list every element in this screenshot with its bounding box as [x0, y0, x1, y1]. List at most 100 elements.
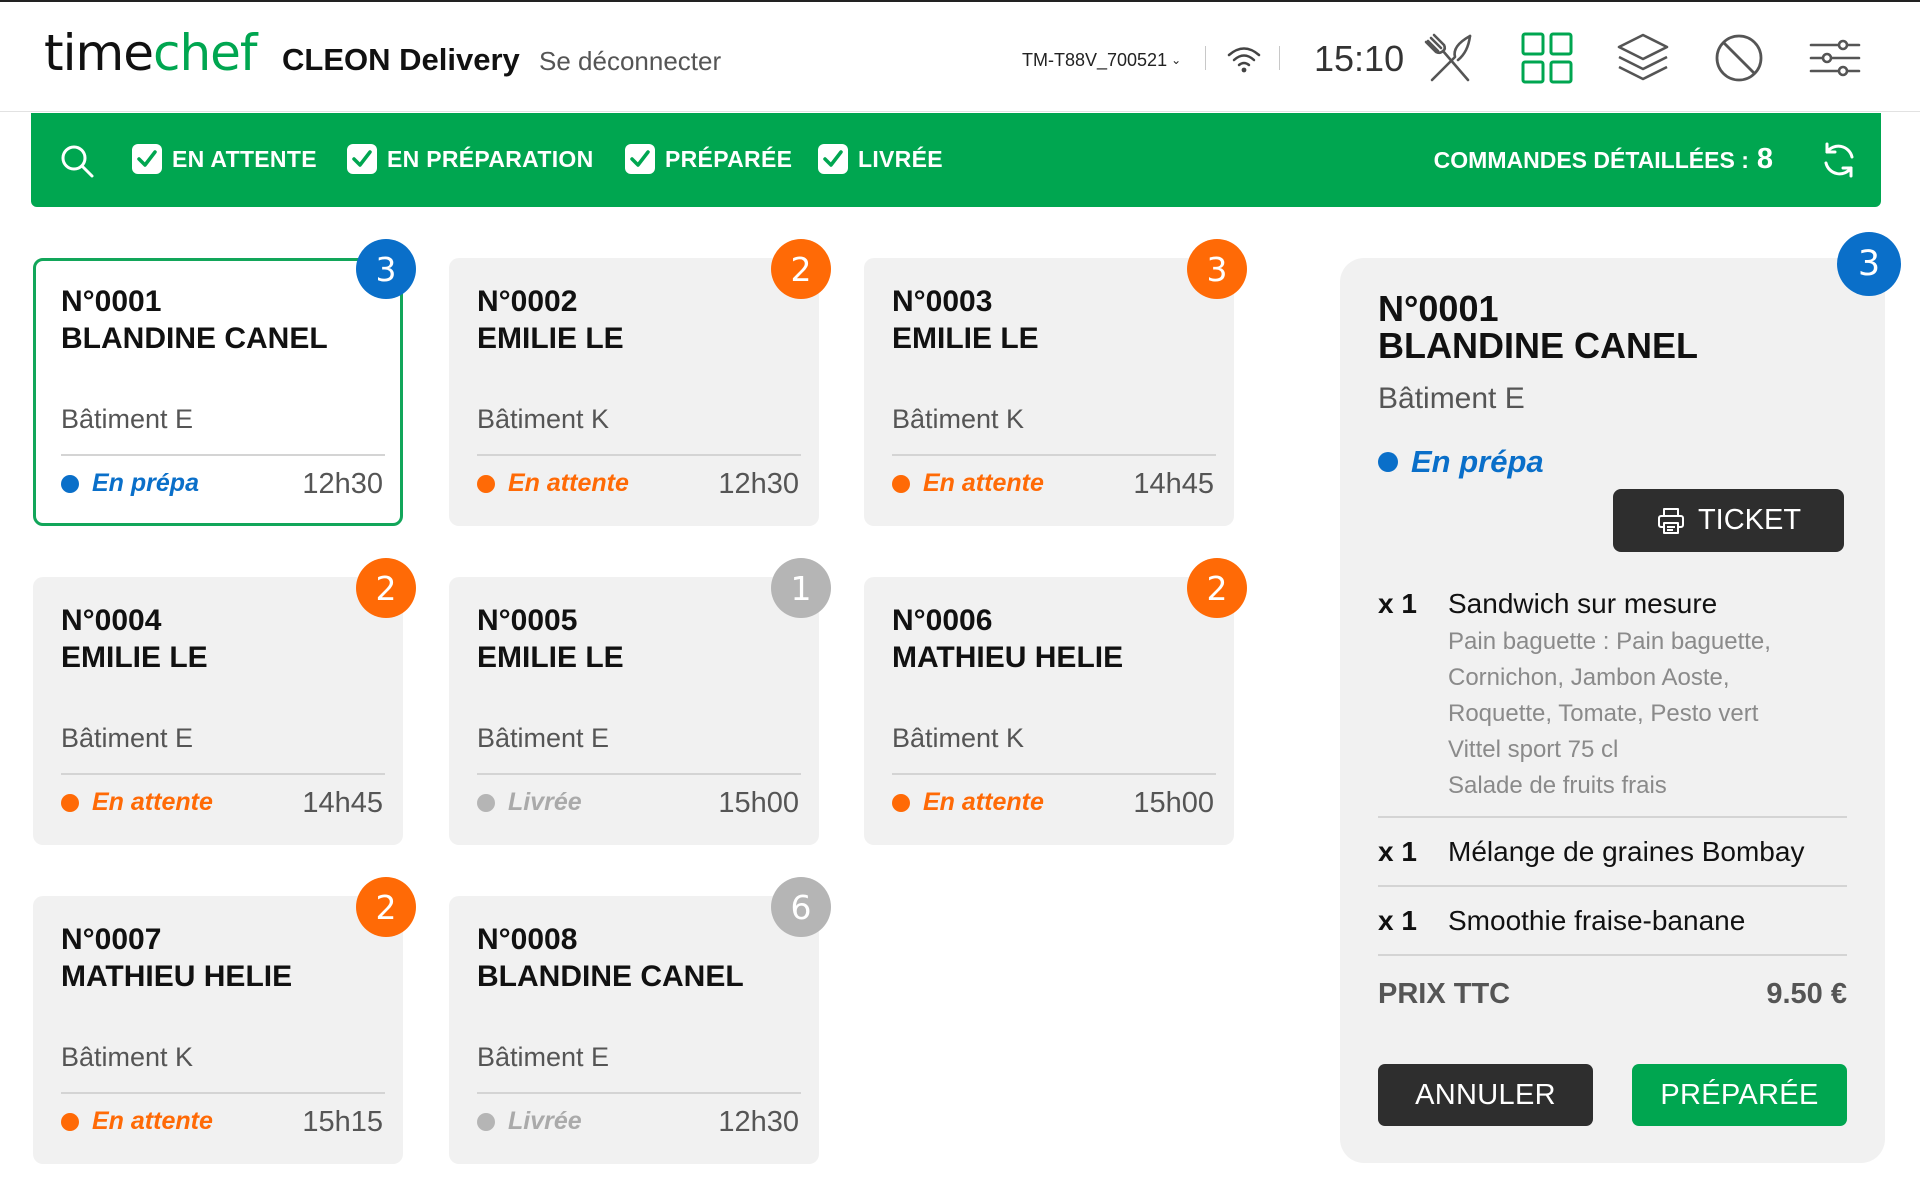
divider	[477, 1092, 801, 1094]
order-number: N°0007	[61, 923, 162, 956]
order-status: En attente	[477, 469, 629, 498]
status-dot-icon	[477, 474, 495, 493]
order-card[interactable]: N°0007 MATHIEU HELIE Bâtiment K En atten…	[33, 896, 403, 1164]
building: Bâtiment E	[477, 723, 610, 753]
order-time: 12h30	[718, 1106, 799, 1138]
order-status: Livrée	[477, 1107, 582, 1136]
divider	[1378, 954, 1847, 956]
building: Bâtiment E	[61, 723, 194, 753]
order-status: En attente	[61, 788, 213, 817]
cancel-button[interactable]: ANNULER	[1378, 1064, 1593, 1126]
order-card[interactable]: N°0006 MATHIEU HELIE Bâtiment K En atten…	[864, 577, 1234, 845]
item-count-badge: 2	[1187, 558, 1247, 618]
status-dot-icon	[892, 793, 910, 812]
line-detail: Cornichon, Jambon Aoste,	[1448, 664, 1730, 691]
building: Bâtiment K	[892, 723, 1025, 753]
detail-order-number: N°0001	[1378, 288, 1499, 329]
detailed-orders-count: COMMANDES DÉTAILLÉES :8	[1433, 143, 1773, 175]
divider	[61, 1092, 385, 1094]
divider	[892, 454, 1216, 456]
checkbox-checked-icon	[132, 144, 162, 174]
order-number: N°0001	[61, 285, 162, 318]
line-detail: Salade de fruits frais	[1448, 772, 1667, 799]
line-item: Sandwich sur mesure	[1448, 588, 1718, 619]
status-dot-icon	[477, 793, 495, 812]
filter-en-preparation[interactable]: EN PRÉPARATION	[347, 142, 594, 176]
mark-prepared-button[interactable]: PRÉPARÉE	[1632, 1064, 1847, 1126]
divider	[477, 454, 801, 456]
customer-name: BLANDINE CANEL	[61, 322, 328, 355]
customer-name: BLANDINE CANEL	[477, 960, 744, 993]
refresh-icon[interactable]	[1819, 140, 1859, 180]
detail-item-count-badge: 3	[1837, 232, 1901, 296]
item-count-badge: 3	[356, 239, 416, 299]
customer-name: EMILIE LE	[61, 641, 208, 674]
divider	[1279, 46, 1280, 70]
grid-icon[interactable]	[1519, 30, 1575, 86]
checkbox-checked-icon	[818, 144, 848, 174]
filter-bar: EN ATTENTE EN PRÉPARATION PRÉPARÉE LIVRÉ…	[31, 113, 1881, 207]
order-status: Livrée	[477, 788, 582, 817]
order-time: 15h00	[1133, 787, 1214, 819]
order-card[interactable]: N°0005 EMILIE LE Bâtiment E Livrée 15h00	[449, 577, 819, 845]
detail-status: En prépa	[1378, 444, 1544, 480]
filter-en-attente[interactable]: EN ATTENTE	[132, 142, 317, 176]
price-label: PRIX TTC	[1378, 978, 1511, 1010]
ban-icon[interactable]	[1711, 30, 1767, 86]
status-dot-icon	[1378, 452, 1398, 472]
layers-icon[interactable]	[1615, 30, 1671, 86]
logout-link[interactable]: Se déconnecter	[539, 46, 721, 77]
divider	[477, 773, 801, 775]
building: Bâtiment K	[477, 404, 610, 434]
status-dot-icon	[892, 474, 910, 493]
item-count-badge: 2	[356, 877, 416, 937]
filter-livree[interactable]: LIVRÉE	[818, 142, 943, 176]
order-card[interactable]: N°0002 EMILIE LE Bâtiment K En attente 1…	[449, 258, 819, 526]
order-card[interactable]: N°0003 EMILIE LE Bâtiment K En attente 1…	[864, 258, 1234, 526]
line-detail: Pain baguette : Pain baguette,	[1448, 628, 1771, 655]
device-select[interactable]: TM-T88V_700521 ⌄	[1022, 50, 1181, 71]
item-count-badge: 3	[1187, 239, 1247, 299]
clock: 15:10	[1314, 38, 1405, 79]
filter-preparee[interactable]: PRÉPARÉE	[625, 142, 792, 176]
order-status: En attente	[61, 1107, 213, 1136]
checkbox-checked-icon	[347, 144, 377, 174]
customer-name: EMILIE LE	[477, 641, 624, 674]
fork-knife-icon[interactable]	[1422, 30, 1478, 86]
store-name: CLEON Delivery	[282, 42, 520, 77]
ticket-button[interactable]: TICKET	[1613, 489, 1844, 552]
line-item: Mélange de graines Bombay	[1448, 836, 1805, 867]
item-count-badge: 2	[356, 558, 416, 618]
search-icon[interactable]	[59, 143, 95, 179]
order-card[interactable]: N°0001 BLANDINE CANEL Bâtiment E En prép…	[33, 258, 403, 526]
chevron-down-icon: ⌄	[1171, 53, 1182, 67]
customer-name: MATHIEU HELIE	[892, 641, 1124, 674]
status-dot-icon	[61, 1112, 79, 1131]
divider	[61, 454, 385, 456]
status-dot-icon	[477, 1112, 495, 1131]
item-count-badge: 6	[771, 877, 831, 937]
divider	[1378, 885, 1847, 887]
order-number: N°0002	[477, 285, 578, 318]
order-number: N°0004	[61, 604, 162, 637]
item-count-badge: 2	[771, 239, 831, 299]
customer-name: EMILIE LE	[892, 322, 1039, 355]
order-number: N°0008	[477, 923, 578, 956]
customer-name: MATHIEU HELIE	[61, 960, 293, 993]
order-card[interactable]: N°0008 BLANDINE CANEL Bâtiment E Livrée …	[449, 896, 819, 1164]
order-number: N°0006	[892, 604, 993, 637]
line-item: Smoothie fraise-banane	[1448, 905, 1746, 936]
order-time: 15h00	[718, 787, 799, 819]
sliders-icon[interactable]	[1807, 30, 1863, 86]
divider	[1378, 816, 1847, 818]
checkbox-checked-icon	[625, 144, 655, 174]
order-number: N°0003	[892, 285, 993, 318]
customer-name: EMILIE LE	[477, 322, 624, 355]
line-detail: Roquette, Tomate, Pesto vert	[1448, 700, 1759, 727]
order-card[interactable]: N°0004 EMILIE LE Bâtiment E En attente 1…	[33, 577, 403, 845]
status-dot-icon	[61, 474, 79, 493]
line-detail: Vittel sport 75 cl	[1448, 736, 1619, 763]
line-qty: x 1	[1378, 836, 1417, 867]
order-number: N°0005	[477, 604, 578, 637]
building: Bâtiment K	[892, 404, 1025, 434]
